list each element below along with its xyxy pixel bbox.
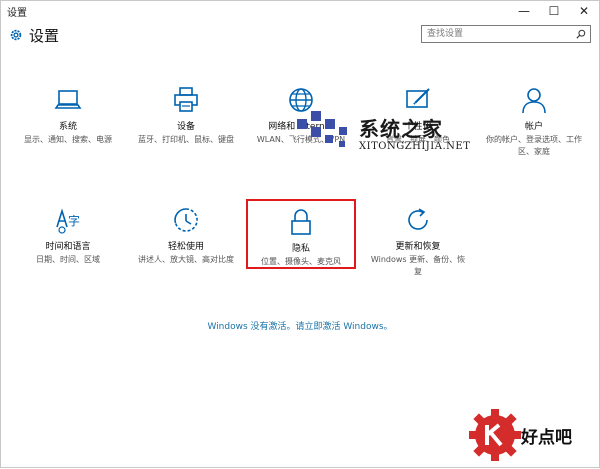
maximize-button[interactable]: ☐ — [539, 1, 569, 21]
minimize-button[interactable]: — — [509, 1, 539, 21]
tile-description: 你的帐户、登录选项、工作区、家庭 — [486, 135, 582, 156]
gear-icon — [10, 29, 22, 41]
settings-window: 设置 — ☐ ✕ 设置 系统 显示、通知、搜索、电源 — [0, 0, 600, 468]
search-icon[interactable] — [576, 29, 586, 39]
watermark-xitongzhijia: 系统之家 XITONGZHIJIA.NET — [291, 101, 481, 161]
tile-description: 讲述人、放大镜、高对比度 — [138, 255, 234, 264]
tile-system[interactable]: 系统 显示、通知、搜索、电源 — [13, 85, 123, 146]
printer-icon — [174, 87, 198, 112]
search-box[interactable] — [421, 25, 591, 43]
watermark-logo-icon — [297, 111, 347, 147]
window-title: 设置 — [7, 8, 27, 19]
watermark-gear-logo-icon — [469, 409, 521, 461]
tile-label: 帐户 — [524, 122, 543, 132]
watermark-cn-text: 系统之家 — [359, 117, 443, 141]
tile-description: Windows 更新、备份、恢复 — [370, 255, 466, 276]
search-input[interactable] — [427, 27, 567, 41]
tile-time-language[interactable]: 字 时间和语言 日期、时间、区域 — [13, 205, 123, 266]
tile-accounts[interactable]: 帐户 你的帐户、登录选项、工作区、家庭 — [479, 85, 589, 158]
close-button[interactable]: ✕ — [569, 1, 599, 21]
tile-description: 蓝牙、打印机、鼠标、键盘 — [138, 135, 234, 144]
watermark-en-text: XITONGZHIJIA.NET — [359, 141, 471, 152]
tile-label: 设备 — [176, 122, 195, 132]
tile-ease-of-access[interactable]: 轻松使用 讲述人、放大镜、高对比度 — [131, 205, 241, 266]
page-title: 设置 — [29, 27, 60, 45]
refresh-icon — [408, 208, 428, 230]
accessibility-icon — [174, 208, 198, 232]
lock-icon — [291, 209, 311, 235]
watermark-haodianba: 好点吧 — [467, 401, 600, 469]
tile-label: 轻松使用 — [167, 242, 204, 252]
activation-link[interactable]: Windows 没有激活。请立即激活 Windows。 — [1, 319, 599, 332]
tile-devices[interactable]: 设备 蓝牙、打印机、鼠标、键盘 — [131, 85, 241, 146]
tile-description: 位置、摄像头、麦克风 — [261, 257, 341, 266]
tile-label: 隐私 — [291, 244, 310, 254]
title-bar: 设置 — ☐ ✕ — [1, 1, 599, 21]
tile-label: 系统 — [58, 122, 77, 132]
tile-description: 显示、通知、搜索、电源 — [24, 135, 112, 144]
language-icon: 字 — [56, 208, 80, 234]
settings-header: 设置 — [1, 21, 599, 51]
tile-label: 更新和恢复 — [395, 242, 441, 252]
svg-text:字: 字 — [68, 213, 80, 228]
laptop-icon — [54, 90, 82, 109]
tile-description: 日期、时间、区域 — [36, 255, 100, 264]
tile-update-security[interactable]: 更新和恢复 Windows 更新、备份、恢复 — [363, 205, 473, 278]
tile-label: 时间和语言 — [45, 242, 91, 252]
tile-privacy[interactable]: 隐私 位置、摄像头、麦克风 — [246, 199, 356, 269]
watermark-bottom-text: 好点吧 — [521, 428, 572, 448]
person-icon — [522, 88, 546, 114]
